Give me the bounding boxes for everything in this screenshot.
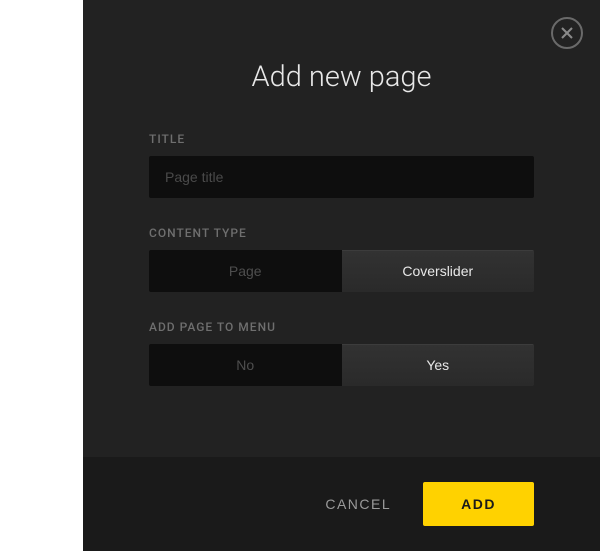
field-content-type: CONTENT TYPE Page Coverslider — [149, 226, 534, 292]
content-type-segmented: Page Coverslider — [149, 250, 534, 292]
add-button[interactable]: ADD — [423, 482, 534, 526]
modal-footer: CANCEL ADD — [83, 457, 600, 551]
close-button[interactable] — [551, 17, 583, 49]
content-type-label: CONTENT TYPE — [149, 226, 534, 240]
field-title: TITLE — [149, 132, 534, 198]
title-label: TITLE — [149, 132, 534, 146]
add-to-menu-label: ADD PAGE TO MENU — [149, 320, 534, 334]
content-type-option-page[interactable]: Page — [149, 250, 342, 292]
modal-body: Add new page TITLE CONTENT TYPE Page Cov… — [83, 0, 600, 457]
add-to-menu-option-yes[interactable]: Yes — [342, 344, 535, 386]
add-page-modal: Add new page TITLE CONTENT TYPE Page Cov… — [83, 0, 600, 551]
modal-title: Add new page — [149, 60, 534, 94]
add-to-menu-segmented: No Yes — [149, 344, 534, 386]
close-icon — [561, 27, 573, 39]
field-add-to-menu: ADD PAGE TO MENU No Yes — [149, 320, 534, 386]
cancel-button[interactable]: CANCEL — [325, 496, 391, 512]
add-to-menu-option-no[interactable]: No — [149, 344, 342, 386]
title-input[interactable] — [149, 156, 534, 198]
content-type-option-coverslider[interactable]: Coverslider — [342, 250, 535, 292]
